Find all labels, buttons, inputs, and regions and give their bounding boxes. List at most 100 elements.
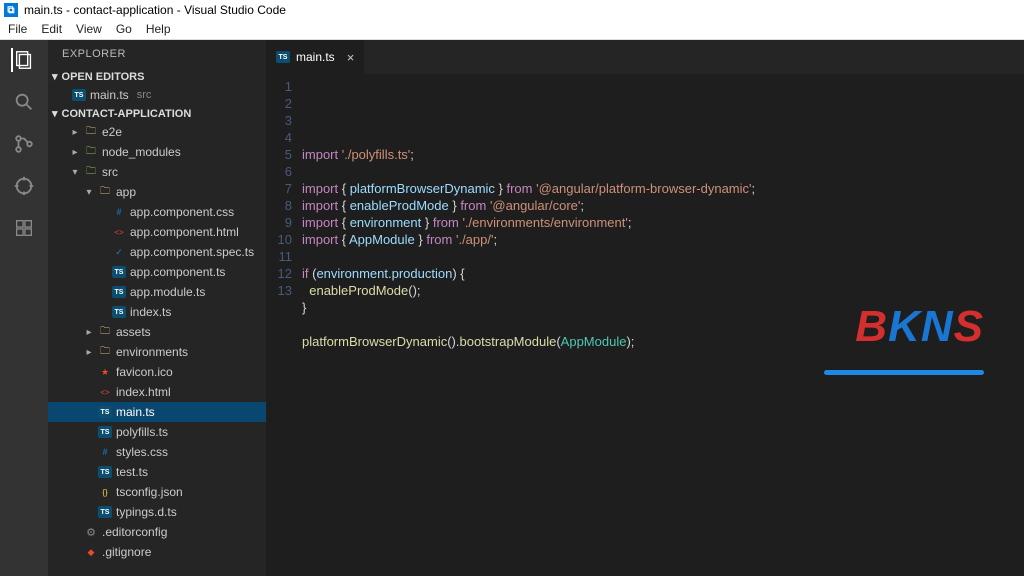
tab-main-ts[interactable]: main.ts × bbox=[266, 40, 364, 74]
tree-item-label: typings.d.ts bbox=[116, 505, 177, 519]
folder-g-file-icon: 🗀 bbox=[84, 145, 98, 159]
tree-item-label: app.component.css bbox=[130, 205, 234, 219]
tree-item-label: tsconfig.json bbox=[116, 485, 183, 499]
ts-file-icon bbox=[72, 89, 86, 101]
html-file-icon bbox=[112, 225, 126, 239]
tree-item[interactable]: tsconfig.json bbox=[48, 482, 266, 502]
project-header[interactable]: ▾ contact-application bbox=[48, 105, 266, 122]
tree-item[interactable]: .editorconfig bbox=[48, 522, 266, 542]
ts-file-icon bbox=[276, 51, 290, 63]
menu-view[interactable]: View bbox=[76, 22, 102, 36]
tree-item-label: environments bbox=[116, 345, 188, 359]
tree-item-label: app.component.html bbox=[130, 225, 239, 239]
tree-item-label: assets bbox=[116, 325, 151, 339]
tree-item[interactable]: ▸ 🗀 environments bbox=[48, 342, 266, 362]
git-icon[interactable] bbox=[12, 132, 36, 156]
editor-area: main.ts × 12345678910111213 BKNS import … bbox=[266, 40, 1024, 576]
tree-item[interactable]: app.component.spec.ts bbox=[48, 242, 266, 262]
menu-help[interactable]: Help bbox=[146, 22, 171, 36]
tree-item[interactable]: polyfills.ts bbox=[48, 422, 266, 442]
twistie-icon: ▾ bbox=[70, 167, 80, 178]
css-file-icon bbox=[112, 205, 126, 219]
open-editor-item[interactable]: main.ts src bbox=[48, 85, 266, 105]
activity-bar bbox=[0, 40, 48, 576]
twistie-icon: ▸ bbox=[70, 147, 80, 158]
tree-item-label: index.html bbox=[116, 385, 171, 399]
html-file-icon bbox=[98, 385, 112, 399]
menu-edit[interactable]: Edit bbox=[41, 22, 62, 36]
tree-item[interactable]: app.module.ts bbox=[48, 282, 266, 302]
tree-item[interactable]: index.ts bbox=[48, 302, 266, 322]
tree-item-label: index.ts bbox=[130, 305, 171, 319]
debug-icon[interactable] bbox=[12, 174, 36, 198]
file-tree: ▸🗀e2e▸🗀node_modules▾🗀src▾🗀appapp.compone… bbox=[48, 122, 266, 576]
json-file-icon bbox=[98, 485, 112, 499]
code-lines[interactable]: BKNS import './polyfills.ts'; import { p… bbox=[302, 78, 1024, 576]
open-editors-header[interactable]: ▾ Open Editors bbox=[48, 68, 266, 85]
watermark-logo: BKNS bbox=[855, 318, 984, 335]
collapse-icon: ▾ bbox=[52, 70, 58, 83]
tree-item-label: app.component.spec.ts bbox=[130, 245, 254, 259]
spec-file-icon bbox=[112, 245, 126, 259]
tree-item-label: .editorconfig bbox=[102, 525, 167, 539]
line-numbers: 12345678910111213 bbox=[266, 78, 302, 576]
tree-item[interactable]: typings.d.ts bbox=[48, 502, 266, 522]
search-icon[interactable] bbox=[12, 90, 36, 114]
folder-file-icon: 🗀 bbox=[84, 125, 98, 139]
ts-file-icon bbox=[98, 406, 112, 418]
tree-item[interactable]: ▾ 🗀 src bbox=[48, 162, 266, 182]
tree-item[interactable]: app.component.css bbox=[48, 202, 266, 222]
twistie-icon: ▸ bbox=[84, 347, 94, 358]
tree-item[interactable]: test.ts bbox=[48, 462, 266, 482]
gear-file-icon bbox=[84, 525, 98, 539]
twistie-icon: ▾ bbox=[84, 187, 94, 198]
folder-file-icon: 🗀 bbox=[98, 325, 112, 339]
folder-file-icon: 🗀 bbox=[98, 345, 112, 359]
git-file-icon bbox=[84, 545, 98, 559]
tree-item[interactable]: index.html bbox=[48, 382, 266, 402]
tree-item[interactable]: app.component.html bbox=[48, 222, 266, 242]
tree-item[interactable]: ▸🗀node_modules bbox=[48, 142, 266, 162]
tree-item-label: app.module.ts bbox=[130, 285, 205, 299]
tree-item-label: app.component.ts bbox=[130, 265, 225, 279]
twistie-icon: ▸ bbox=[70, 127, 80, 138]
ts-file-icon bbox=[98, 426, 112, 438]
ts-file-icon bbox=[112, 286, 126, 298]
menubar: File Edit View Go Help bbox=[0, 20, 1024, 40]
watermark-underline bbox=[824, 370, 984, 375]
sidebar: Explorer ▾ Open Editors main.ts src ▾ co… bbox=[48, 40, 266, 576]
tree-item[interactable]: .gitignore bbox=[48, 542, 266, 562]
tree-item[interactable]: ▾🗀app bbox=[48, 182, 266, 202]
tree-item[interactable]: ▸ 🗀 e2e bbox=[48, 122, 266, 142]
titlebar: ⧉ main.ts - contact-application - Visual… bbox=[0, 0, 1024, 20]
vscode-icon: ⧉ bbox=[4, 3, 18, 17]
ts-file-icon bbox=[112, 306, 126, 318]
ts-file-icon bbox=[98, 466, 112, 478]
menu-go[interactable]: Go bbox=[116, 22, 132, 36]
tree-item[interactable]: main.ts bbox=[48, 402, 266, 422]
ts-file-icon bbox=[112, 266, 126, 278]
ico-file-icon bbox=[98, 365, 112, 379]
extensions-icon[interactable] bbox=[12, 216, 36, 240]
sidebar-title: Explorer bbox=[48, 40, 266, 68]
tree-item-label: .gitignore bbox=[102, 545, 151, 559]
tree-item[interactable]: styles.css bbox=[48, 442, 266, 462]
tree-item[interactable]: ▸ 🗀 assets bbox=[48, 322, 266, 342]
menu-file[interactable]: File bbox=[8, 22, 27, 36]
explorer-icon[interactable] bbox=[11, 48, 35, 72]
tab-bar: main.ts × bbox=[266, 40, 1024, 74]
tree-item-label: e2e bbox=[102, 125, 122, 139]
tree-item-label: favicon.ico bbox=[116, 365, 173, 379]
close-icon[interactable]: × bbox=[347, 50, 355, 65]
tree-item-label: src bbox=[102, 165, 118, 179]
tree-item[interactable]: favicon.ico bbox=[48, 362, 266, 382]
collapse-icon: ▾ bbox=[52, 107, 58, 120]
folder-g-file-icon: 🗀 bbox=[84, 165, 98, 179]
tree-item-label: styles.css bbox=[116, 445, 168, 459]
code-editor[interactable]: 12345678910111213 BKNS import './polyfil… bbox=[266, 74, 1024, 576]
tree-item-label: polyfills.ts bbox=[116, 425, 168, 439]
twistie-icon: ▸ bbox=[84, 327, 94, 338]
tree-item[interactable]: app.component.ts bbox=[48, 262, 266, 282]
tree-item-label: main.ts bbox=[116, 405, 155, 419]
window-title: main.ts - contact-application - Visual S… bbox=[24, 3, 286, 17]
